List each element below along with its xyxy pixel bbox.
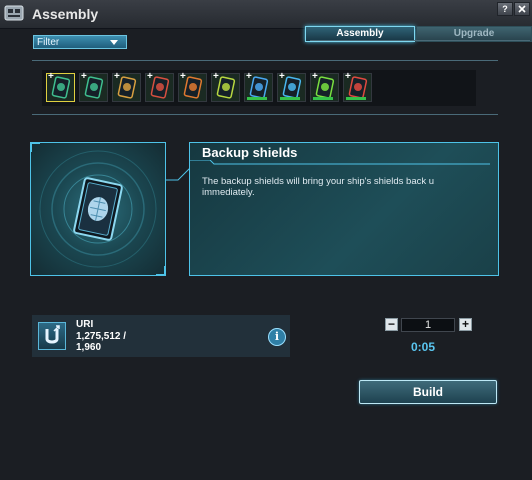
build-button[interactable]: Build: [359, 380, 497, 404]
progress-bar: [346, 97, 366, 100]
item-slot[interactable]: +: [178, 71, 207, 102]
build-time: 0:05: [410, 340, 436, 354]
item-slot[interactable]: +: [343, 71, 372, 102]
item-slot[interactable]: +: [310, 71, 339, 102]
tab-underline: [310, 40, 530, 41]
item-slot[interactable]: +: [46, 71, 75, 102]
resource-name: URI: [76, 319, 94, 330]
plus-icon: +: [81, 71, 87, 82]
decrease-quantity-button[interactable]: −: [385, 318, 398, 331]
chevron-down-icon: [110, 40, 118, 45]
item-slot[interactable]: +: [277, 71, 306, 102]
help-button[interactable]: ?: [497, 2, 513, 16]
frame-corner: [30, 142, 32, 152]
plus-icon: +: [279, 71, 285, 82]
backup-shields-icon: [39, 150, 157, 268]
plus-icon: +: [246, 71, 252, 82]
plus-icon: +: [312, 71, 318, 82]
item-slot[interactable]: +: [79, 71, 108, 102]
resource-amount: 1,275,512 / 1,960: [76, 331, 127, 353]
progress-bar: [313, 97, 333, 100]
item-description: The backup shields will bring your ship'…: [202, 176, 435, 198]
plus-icon: +: [114, 71, 120, 82]
title-bar: Assembly ?: [0, 0, 532, 29]
divider: [32, 114, 498, 115]
progress-bar: [280, 97, 300, 100]
resource-cost: URI 1,275,512 / 1,960 i: [32, 315, 290, 357]
filter-label: Filter: [37, 37, 60, 48]
frame-corner: [164, 266, 166, 276]
plus-icon: +: [147, 71, 153, 82]
plus-icon: +: [345, 71, 351, 82]
item-bar: + + + + + + + + + +: [42, 70, 476, 106]
close-button[interactable]: [514, 2, 530, 16]
progress-bar: [247, 97, 267, 100]
window-title: Assembly: [32, 6, 99, 22]
plus-icon: +: [213, 71, 219, 82]
plus-icon: +: [180, 71, 186, 82]
item-slot[interactable]: +: [244, 71, 273, 102]
assembly-icon: [4, 5, 24, 21]
item-slot[interactable]: +: [145, 71, 174, 102]
item-preview: [30, 142, 166, 276]
item-title: Backup shields: [202, 145, 298, 160]
quantity-input[interactable]: 1: [401, 318, 455, 332]
connector-line: [166, 142, 190, 181]
increase-quantity-button[interactable]: +: [459, 318, 472, 331]
item-description-panel: Backup shields The backup shields will b…: [189, 142, 499, 276]
plus-icon: +: [48, 71, 54, 82]
item-slot[interactable]: +: [112, 71, 141, 102]
close-icon: [518, 5, 526, 13]
divider: [32, 60, 498, 61]
title-underline: [190, 160, 490, 165]
info-icon[interactable]: i: [268, 328, 286, 346]
filter-dropdown[interactable]: Filter: [33, 35, 127, 49]
item-slot[interactable]: +: [211, 71, 240, 102]
uridium-icon: [38, 322, 66, 350]
